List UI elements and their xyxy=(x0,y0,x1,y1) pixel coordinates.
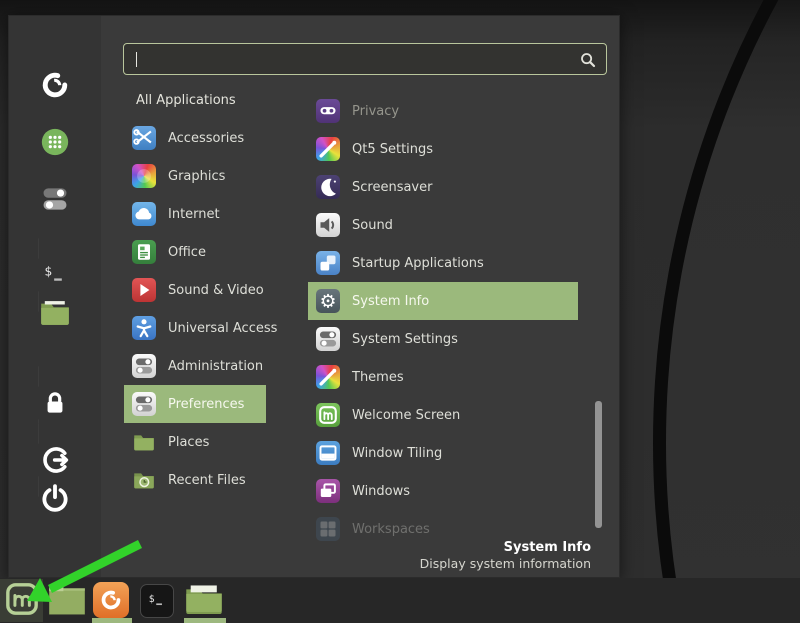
category-item[interactable]: Internet xyxy=(124,195,266,233)
workspaces-icon xyxy=(316,517,340,541)
recent-files-icon xyxy=(132,468,156,492)
running-indicator-files xyxy=(184,618,226,623)
terminal-launcher[interactable]: $ xyxy=(139,583,174,618)
sound-video-icon xyxy=(132,278,156,302)
svg-text:⚙: ⚙ xyxy=(320,292,337,313)
application-list: PrivacyQt5 SettingsScreensaverSoundStart… xyxy=(308,92,578,548)
text-cursor xyxy=(136,52,137,67)
files-launcher[interactable] xyxy=(182,583,226,618)
firefox-icon xyxy=(38,68,72,102)
category-item[interactable]: Accessories xyxy=(124,119,266,157)
app-item[interactable]: Themes xyxy=(308,358,578,396)
favorite-terminal[interactable]: $ xyxy=(38,239,72,273)
search-icon xyxy=(579,51,597,73)
universal-access-icon xyxy=(132,316,156,340)
shutdown-button[interactable] xyxy=(38,481,72,515)
category-item[interactable]: Places xyxy=(124,423,266,461)
windows-icon xyxy=(316,479,340,503)
internet-icon xyxy=(132,202,156,226)
favorite-software-manager[interactable] xyxy=(38,125,72,159)
firefox-launcher[interactable] xyxy=(92,582,130,618)
app-item[interactable]: Privacy xyxy=(308,92,578,130)
app-item[interactable]: Qt5 Settings xyxy=(308,130,578,168)
category-item[interactable]: Universal Access xyxy=(124,309,266,347)
software-manager-icon xyxy=(38,125,72,159)
category-item[interactable]: Graphics xyxy=(124,157,266,195)
administration-icon xyxy=(132,354,156,378)
app-item[interactable]: Sound xyxy=(308,206,578,244)
wallpaper-circle-arc xyxy=(653,0,800,623)
selected-app-description: Display system information xyxy=(420,556,591,571)
app-menu-window: $ All ApplicationsAccessoriesGraphicsInt… xyxy=(8,15,620,578)
svg-text:$: $ xyxy=(148,593,154,604)
app-item[interactable]: ⚙System Info xyxy=(308,282,578,320)
files-folder-icon xyxy=(184,583,224,619)
running-indicator-firefox xyxy=(92,618,132,623)
system-settings-icon xyxy=(316,327,340,351)
taskbar-panel: $ xyxy=(0,578,800,623)
app-item[interactable]: Welcome Screen xyxy=(308,396,578,434)
system-info-icon: ⚙ xyxy=(316,289,340,313)
mint-logo-icon xyxy=(5,582,39,620)
category-item[interactable]: Sound & Video xyxy=(124,271,266,309)
logout-button[interactable] xyxy=(38,424,72,458)
svg-text:$: $ xyxy=(44,264,52,279)
accessories-icon xyxy=(132,126,156,150)
category-list: All ApplicationsAccessoriesGraphicsInter… xyxy=(124,81,266,499)
places-icon xyxy=(132,430,156,454)
startup-applications-icon xyxy=(316,251,340,275)
category-item[interactable]: All Applications xyxy=(124,81,266,119)
graphics-icon xyxy=(132,164,156,188)
category-item[interactable]: Recent Files xyxy=(124,461,266,499)
search-input[interactable] xyxy=(124,44,606,74)
sound-icon xyxy=(316,213,340,237)
settings-icon xyxy=(38,182,72,216)
selected-app-info: System Info Display system information xyxy=(420,540,591,571)
privacy-icon xyxy=(316,99,340,123)
shutdown-icon xyxy=(38,481,72,515)
favorite-firefox[interactable] xyxy=(38,68,72,102)
screensaver-icon xyxy=(316,175,340,199)
category-item[interactable]: Preferences xyxy=(124,385,266,423)
favorite-system-settings[interactable] xyxy=(38,182,72,216)
favorites-sidebar: $ xyxy=(9,16,101,577)
category-item[interactable]: Administration xyxy=(124,347,266,385)
app-item[interactable]: Screensaver xyxy=(308,168,578,206)
window-tiling-icon xyxy=(316,441,340,465)
show-desktop-button[interactable] xyxy=(46,584,88,618)
selected-app-title: System Info xyxy=(420,540,591,555)
search-box xyxy=(123,43,607,75)
desktop-window-icon xyxy=(48,584,86,619)
themes-icon xyxy=(316,365,340,389)
app-item[interactable]: Startup Applications xyxy=(308,244,578,282)
app-item[interactable]: Window Tiling xyxy=(308,434,578,472)
firefox-icon xyxy=(93,582,129,618)
welcome-screen-icon xyxy=(316,403,340,427)
lock-screen-button[interactable] xyxy=(38,367,72,401)
office-icon xyxy=(132,240,156,264)
favorite-files[interactable] xyxy=(38,296,72,330)
files-icon xyxy=(38,296,72,330)
app-item[interactable]: Windows xyxy=(308,472,578,510)
preferences-icon xyxy=(132,392,156,416)
category-item[interactable]: Office xyxy=(124,233,266,271)
app-item[interactable]: System Settings xyxy=(308,320,578,358)
terminal-icon: $ xyxy=(140,584,174,618)
menu-button[interactable] xyxy=(0,579,43,622)
qt5-settings-icon xyxy=(316,137,340,161)
apps-scrollbar[interactable] xyxy=(595,401,602,528)
